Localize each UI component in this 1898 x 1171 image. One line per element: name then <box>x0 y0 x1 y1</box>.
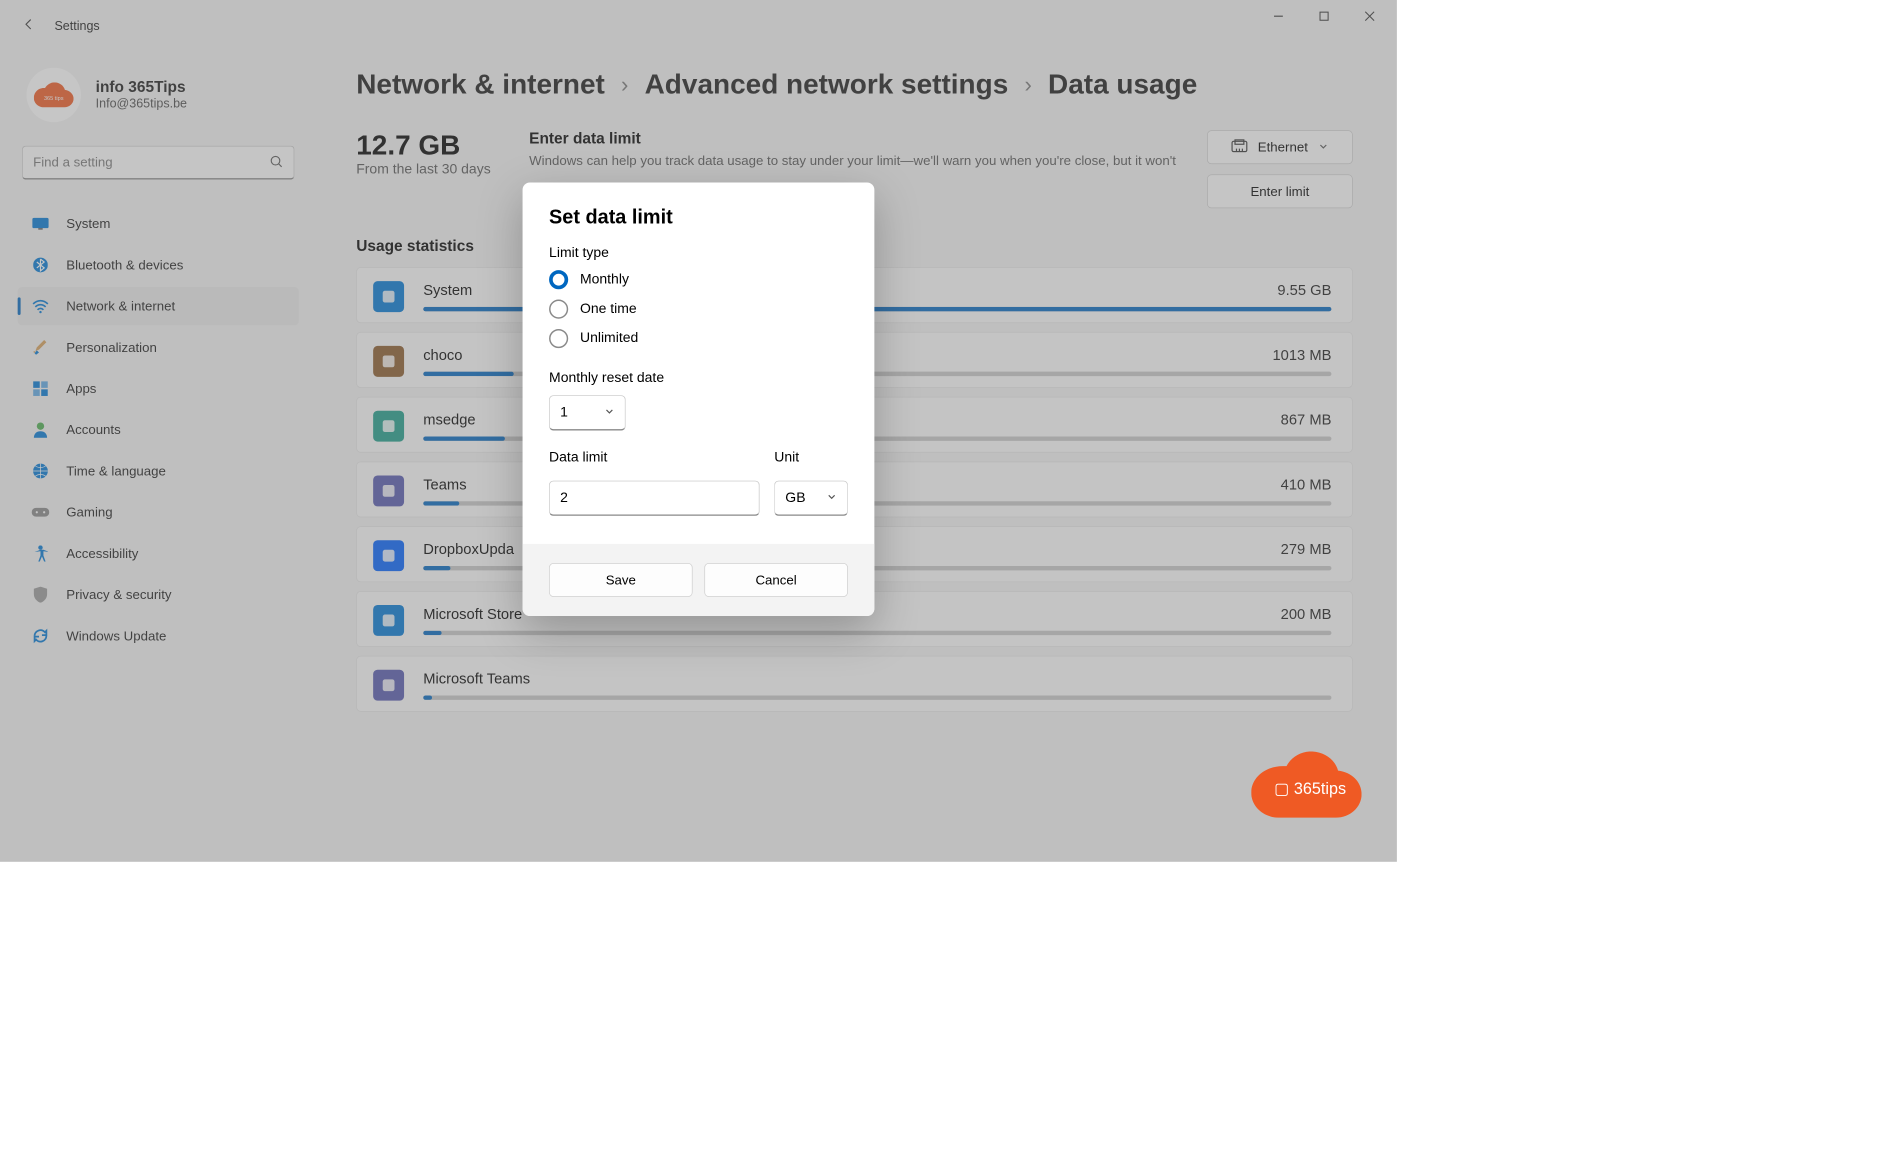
reset-date-select[interactable]: 1 <box>549 395 626 430</box>
radio-dot-icon <box>549 270 568 289</box>
radio-onetime[interactable]: One time <box>549 300 848 319</box>
brand-badge: ▢ 365tips <box>1251 751 1361 817</box>
reset-date-label: Monthly reset date <box>549 370 848 386</box>
unit-select[interactable]: GB <box>774 481 848 516</box>
dialog-title: Set data limit <box>549 206 848 229</box>
cancel-button[interactable]: Cancel <box>704 563 848 597</box>
data-limit-input[interactable] <box>549 481 759 516</box>
radio-dot-icon <box>549 300 568 319</box>
limit-type-label: Limit type <box>549 245 848 261</box>
set-data-limit-dialog: Set data limit Limit type Monthly One ti… <box>523 183 875 617</box>
chevron-down-icon <box>827 490 837 506</box>
chevron-down-icon <box>604 404 614 420</box>
radio-monthly[interactable]: Monthly <box>549 270 848 289</box>
svg-text:▢ 365tips: ▢ 365tips <box>1274 780 1346 798</box>
radio-unlimited[interactable]: Unlimited <box>549 329 848 348</box>
unit-label: Unit <box>774 450 848 466</box>
radio-dot-icon <box>549 329 568 348</box>
save-button[interactable]: Save <box>549 563 693 597</box>
data-limit-label: Data limit <box>549 450 759 466</box>
